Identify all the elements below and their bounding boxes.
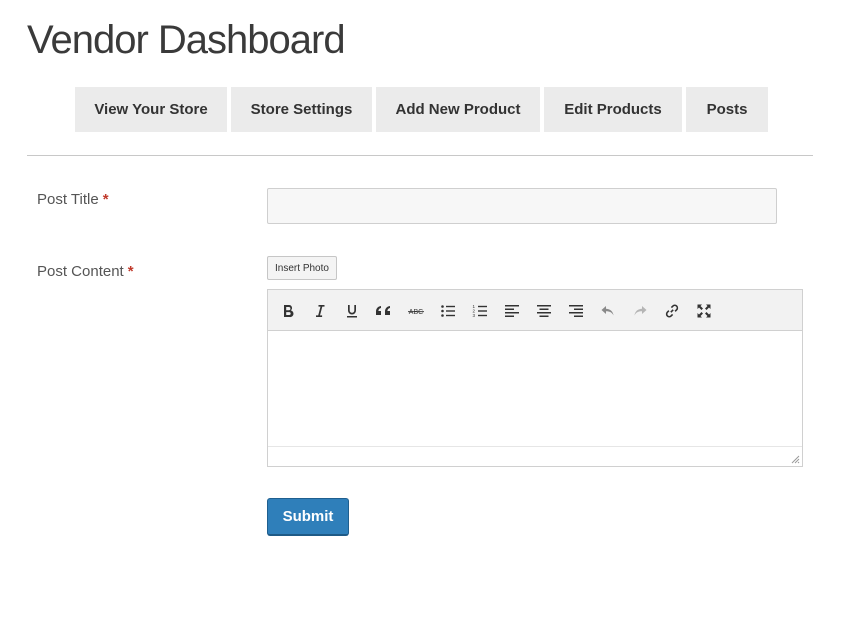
bulleted-list-icon <box>441 305 455 317</box>
italic-icon <box>316 305 325 317</box>
dashboard-tabs: View Your Store Store Settings Add New P… <box>75 87 768 132</box>
svg-text:3: 3 <box>473 313 476 318</box>
resize-handle-icon[interactable] <box>790 454 800 464</box>
align-left-button[interactable] <box>501 300 523 322</box>
redo-icon <box>634 306 647 316</box>
insert-photo-button[interactable]: Insert Photo <box>267 256 337 280</box>
submit-button[interactable]: Submit <box>267 498 349 536</box>
header-divider <box>27 155 813 156</box>
editor-status-bar <box>268 446 802 466</box>
link-icon <box>665 304 679 318</box>
tab-add-new-product[interactable]: Add New Product <box>376 87 540 132</box>
redo-button[interactable] <box>629 300 651 322</box>
underline-button[interactable] <box>341 300 363 322</box>
post-title-input[interactable] <box>267 188 777 224</box>
bold-button[interactable] <box>277 300 299 322</box>
numbered-list-button[interactable]: 1 2 3 <box>469 300 491 322</box>
undo-button[interactable] <box>597 300 619 322</box>
page-title: Vendor Dashboard <box>27 18 346 62</box>
blockquote-button[interactable] <box>373 300 395 322</box>
undo-icon <box>601 306 614 316</box>
blockquote-icon <box>376 306 390 315</box>
editor-toolbar: ABC 1 2 3 <box>268 290 802 331</box>
numbered-list-icon: 1 2 3 <box>473 304 487 318</box>
link-button[interactable] <box>661 300 683 322</box>
fullscreen-button[interactable] <box>693 300 715 322</box>
vendor-dashboard-page: Vendor Dashboard View Your Store Store S… <box>0 0 847 623</box>
underline-icon <box>347 305 357 318</box>
align-right-button[interactable] <box>565 300 587 322</box>
align-right-icon <box>569 305 583 317</box>
post-content-editor: ABC 1 2 3 <box>267 289 803 467</box>
post-content-label: Post Content * <box>37 263 134 280</box>
bulleted-list-button[interactable] <box>437 300 459 322</box>
svg-text:ABC: ABC <box>409 309 423 316</box>
italic-button[interactable] <box>309 300 331 322</box>
bold-icon <box>284 305 294 318</box>
required-marker: * <box>102 191 109 208</box>
post-title-label: Post Title * <box>37 191 109 208</box>
tab-view-your-store[interactable]: View Your Store <box>75 87 227 132</box>
tab-posts[interactable]: Posts <box>686 87 768 132</box>
strikethrough-button[interactable]: ABC <box>405 300 427 322</box>
tab-store-settings[interactable]: Store Settings <box>231 87 372 132</box>
post-title-label-text: Post Title <box>37 191 99 208</box>
fullscreen-icon <box>697 304 711 318</box>
editor-content-area[interactable] <box>268 331 802 446</box>
tab-edit-products[interactable]: Edit Products <box>544 87 682 132</box>
strikethrough-icon: ABC <box>408 309 424 316</box>
align-left-icon <box>505 305 519 317</box>
post-content-label-text: Post Content <box>37 263 124 280</box>
align-center-button[interactable] <box>533 300 555 322</box>
required-marker: * <box>127 263 134 280</box>
align-center-icon <box>537 305 551 317</box>
